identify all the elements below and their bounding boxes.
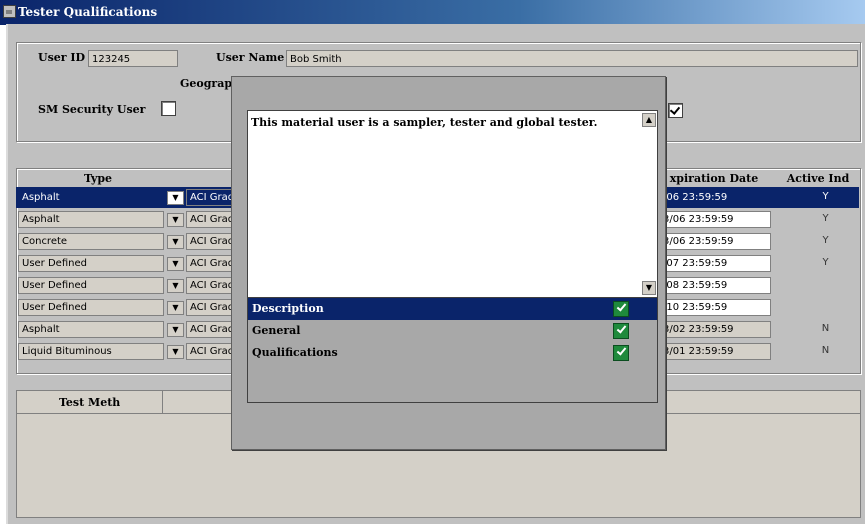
type-select[interactable]: User Defined <box>18 277 164 294</box>
active-ind-value: N <box>821 323 830 334</box>
scroll-down-button[interactable]: ▼ <box>642 281 656 295</box>
category-label: General <box>252 324 301 337</box>
checkmark-icon <box>613 323 629 339</box>
chevron-down-icon[interactable]: ▼ <box>167 213 184 227</box>
active-ind-value <box>789 299 859 316</box>
scroll-up-button[interactable]: ▲ <box>642 113 656 127</box>
chevron-down-icon[interactable]: ▼ <box>167 191 184 205</box>
chevron-down-icon[interactable]: ▼ <box>167 279 184 293</box>
category-item-qualifications[interactable]: Qualifications <box>248 342 657 364</box>
active-ind-value: Y <box>822 235 829 246</box>
column-header-expiration-date: xpiration Date <box>669 172 759 185</box>
sm-security-user-checkbox[interactable] <box>161 101 176 116</box>
chevron-down-icon[interactable]: ▼ <box>167 257 184 271</box>
active-ind-value: Y <box>822 257 829 268</box>
column-header-type: Type <box>83 172 113 185</box>
expiration-date-field[interactable]: /08 23:59:59 <box>659 277 771 294</box>
type-select[interactable]: User Defined <box>18 255 164 272</box>
type-select[interactable]: Asphalt <box>18 189 164 206</box>
expiration-date-field[interactable]: 3/02 23:59:59 <box>659 321 771 338</box>
type-select[interactable]: Asphalt <box>18 321 164 338</box>
active-ind-value <box>789 277 859 294</box>
sm-security-user-label: SM Security User <box>38 103 146 116</box>
chevron-down-icon[interactable]: ▼ <box>167 235 184 249</box>
category-label: Qualifications <box>252 346 338 359</box>
window-title: Tester Qualifications <box>18 5 158 19</box>
checkmark-icon <box>613 345 629 361</box>
expiration-date-field[interactable]: /10 23:59:59 <box>659 299 771 316</box>
notes-popup-dialog: This material user is a sampler, tester … <box>231 76 666 450</box>
expiration-date-field[interactable]: 3/01 23:59:59 <box>659 343 771 360</box>
category-item-general[interactable]: General <box>248 320 657 342</box>
category-label: Description <box>252 302 324 315</box>
user-name-label: User Name <box>216 51 285 64</box>
active-ind-value: N <box>821 345 830 356</box>
expiration-date-field[interactable]: /07 23:59:59 <box>659 255 771 272</box>
column-header-active-ind: Active Ind <box>786 172 850 185</box>
expiration-date-field[interactable]: /06 23:59:59 <box>659 189 771 206</box>
expiration-date-field[interactable]: 3/06 23:59:59 <box>659 211 771 228</box>
type-select[interactable]: Asphalt <box>18 211 164 228</box>
chevron-down-icon[interactable]: ▼ <box>167 345 184 359</box>
chevron-down-icon[interactable]: ▼ <box>167 301 184 315</box>
active-ind-value: Y <box>822 213 829 224</box>
user-id-field[interactable]: 123245 <box>88 50 178 67</box>
column-divider <box>162 391 163 413</box>
category-item-description[interactable]: Description <box>248 298 657 320</box>
user-name-field[interactable]: Bob Smith <box>286 50 858 67</box>
user-id-label: User ID <box>38 51 86 64</box>
note-category-list: Description General Qualifications <box>247 297 658 403</box>
column-header-test-meth: Test Meth <box>59 396 121 409</box>
window-titlebar[interactable]: Tester Qualifications <box>0 0 865 25</box>
chevron-down-icon[interactable]: ▼ <box>167 323 184 337</box>
type-select[interactable]: User Defined <box>18 299 164 316</box>
note-text: This material user is a sampler, tester … <box>251 116 598 129</box>
geography-label: Geograp <box>180 77 233 90</box>
global-tester-checkbox[interactable] <box>668 103 683 118</box>
type-select[interactable]: Liquid Bituminous <box>18 343 164 360</box>
expiration-date-field[interactable]: 3/06 23:59:59 <box>659 233 771 250</box>
type-select[interactable]: Concrete <box>18 233 164 250</box>
checkmark-icon <box>613 301 629 317</box>
active-ind-value: Y <box>822 191 829 202</box>
app-window-icon <box>3 5 16 18</box>
note-text-area[interactable]: This material user is a sampler, tester … <box>247 110 658 298</box>
